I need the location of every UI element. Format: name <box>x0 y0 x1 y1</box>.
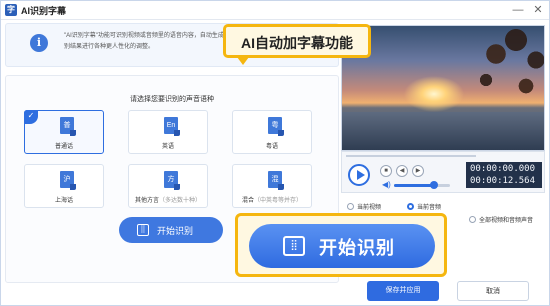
timeline-scrubber[interactable] <box>346 155 476 157</box>
start-recognition-label-large: 开始识别 <box>319 238 395 258</box>
start-recognition-label: 开始识别 <box>157 226 194 236</box>
radio-current-audio[interactable] <box>407 203 414 210</box>
next-frame-icon[interactable]: ▶ <box>412 165 424 177</box>
language-option-shanghainese[interactable]: 沪 上海话 <box>24 164 104 208</box>
language-label: 混合（中英粤等并存） <box>233 195 311 204</box>
window-title: AI识别字幕 <box>21 6 67 16</box>
time-display: 00:00:00.000 00:00:12.564 <box>466 162 542 188</box>
radio-current-video[interactable] <box>347 203 354 210</box>
language-label: 上海话 <box>54 198 73 204</box>
save-apply-button[interactable]: 保存并应用 <box>367 281 439 301</box>
option-label: 全部视频和音频声音 <box>479 218 534 224</box>
tree-decoration <box>456 26 544 130</box>
language-option-english[interactable]: En 英语 <box>128 110 208 154</box>
dialect-icon: 方 <box>164 171 180 190</box>
info-icon: i <box>30 34 48 52</box>
start-recognition-button-large[interactable]: ⣿ 开始识别 <box>249 224 435 268</box>
volume-icon[interactable]: ◀) <box>382 180 391 189</box>
play-icon[interactable] <box>348 164 370 186</box>
player-controls: ■ ◀ ▶ ◀) 00:00:00.000 00:00:12.564 <box>341 151 545 193</box>
mixed-icon: 混 <box>268 171 284 190</box>
start-recognition-button[interactable]: ⣿ 开始识别 <box>119 217 223 243</box>
radio-all-video-audio[interactable] <box>469 216 476 223</box>
language-option-dialect[interactable]: 方 其他方言（多达数十种） <box>128 164 208 208</box>
language-label: 英语 <box>161 144 174 150</box>
current-time: 00:00:00.000 <box>470 164 536 174</box>
video-preview <box>341 25 545 151</box>
language-sublabel: （中英粤等并存） <box>254 198 303 204</box>
previous-frame-icon[interactable]: ◀ <box>396 165 408 177</box>
dialog-window: 字 AI识别字幕 — ✕ i "AI识别字幕"功能可识别视频或音频里的语音内容，… <box>0 0 550 306</box>
mandarin-icon: 普 <box>60 117 76 136</box>
english-icon: En <box>164 117 180 136</box>
check-icon: ✓ <box>24 110 38 124</box>
cantonese-icon: 粤 <box>268 117 284 136</box>
language-panel-title: 请选择您要识别的声音语种 <box>130 96 214 103</box>
cancel-button[interactable]: 取消 <box>457 281 529 301</box>
shanghainese-icon: 沪 <box>60 171 76 190</box>
feature-callout: AI自动加字幕功能 <box>223 24 371 58</box>
language-label-text: 混合 <box>241 198 254 204</box>
total-time: 00:00:12.564 <box>470 176 536 186</box>
minimize-icon[interactable]: — <box>511 3 525 17</box>
stop-icon[interactable]: ■ <box>380 165 392 177</box>
waveform-icon: ⣿ <box>283 236 305 256</box>
waveform-icon: ⣿ <box>137 224 149 236</box>
language-sublabel: （多达数十种） <box>159 198 202 204</box>
language-option-mixed[interactable]: 混 混合（中英粤等并存） <box>232 164 312 208</box>
volume-fill <box>394 184 435 187</box>
title-bar: 字 AI识别字幕 — ✕ <box>1 1 549 20</box>
language-label: 其他方言（多达数十种） <box>129 195 207 204</box>
volume-slider[interactable] <box>394 181 450 189</box>
option-label: 当前音频 <box>417 205 442 211</box>
language-option-mandarin[interactable]: ✓ 普 普通话 <box>24 110 104 154</box>
language-label: 粤语 <box>265 144 278 150</box>
option-label: 当前视频 <box>357 205 382 211</box>
close-icon[interactable]: ✕ <box>531 3 545 17</box>
language-option-cantonese[interactable]: 粤 粤语 <box>232 110 312 154</box>
volume-handle[interactable] <box>430 181 439 189</box>
info-text: "AI识别字幕"功能可识别视频或音频里的语音内容，自动生成字幕，识别结果进行各种… <box>64 33 248 50</box>
callout-pointer <box>237 57 249 65</box>
language-label-text: 其他方言 <box>134 198 159 204</box>
feature-callout-text: AI自动加字幕功能 <box>241 35 353 51</box>
language-label: 普通话 <box>54 144 73 150</box>
app-logo-icon: 字 <box>5 4 17 16</box>
